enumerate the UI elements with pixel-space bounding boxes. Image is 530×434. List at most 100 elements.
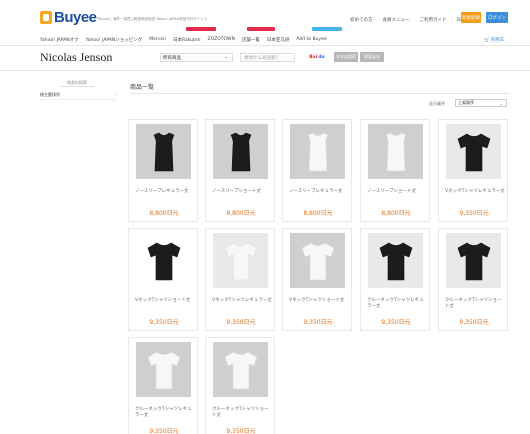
buyee-logo[interactable]: Buyee (40, 8, 97, 26)
product-image[interactable] (136, 124, 191, 179)
product-card[interactable]: ノースリーブレギュラー丈 8,800日元 (282, 119, 352, 222)
shirt-image (153, 132, 174, 171)
product-card[interactable]: ノースリーブショート丈 8,800日元 (360, 119, 430, 222)
sort-select-value: 上架顺序 (458, 100, 474, 105)
shirt-image (147, 242, 180, 280)
cart-label: 购物车 (491, 38, 505, 43)
store-name[interactable]: Nicolas Jenson (40, 50, 112, 65)
cart-link[interactable]: 🛒 购物车 (484, 37, 505, 43)
sidebar-item-label: 按主题排列 (40, 91, 60, 97)
product-name[interactable]: ノースリーブレギュラー丈 (135, 189, 195, 195)
shirt-image (379, 242, 412, 280)
chevron-down-icon: ⌄ (224, 55, 228, 60)
shirt-image (147, 351, 180, 389)
product-card[interactable]: VネックTシャツレギュラー丈 9,350日元 (205, 228, 275, 331)
subnav-rakuten[interactable]: 日本Rakuten (173, 37, 201, 43)
product-price: 9,350日元 (459, 210, 489, 217)
product-name[interactable]: クルーネックTシャツショート丈 (445, 298, 505, 309)
product-name[interactable]: クルーネックTシャツショート丈 (212, 407, 272, 418)
shirt-image (224, 242, 257, 280)
product-price: 9,350日元 (303, 319, 333, 326)
marketplace-nav: Yahoo! JAPANオク Yahoo! JAPANショッピング Mercar… (40, 37, 327, 43)
sidebar-title: 按类别搜索 (60, 80, 94, 87)
search-input[interactable]: 想找什么商品呢? (240, 53, 295, 62)
shirt-image (224, 351, 257, 389)
shirt-image (301, 242, 334, 280)
product-card[interactable]: クルーネックTシャツショート丈 9,350日元 (205, 337, 275, 434)
shirt-image (457, 242, 490, 280)
promo-badge[interactable] (247, 27, 275, 31)
nav-guide[interactable]: ご利用ガイド (420, 17, 447, 23)
product-name[interactable]: VネックTシャツレギュラー丈 (212, 298, 272, 304)
product-card[interactable]: クルーネックTシャツレギュラー丈 9,350日元 (128, 337, 198, 434)
subnav-stores[interactable]: 店舗一覧 (242, 37, 260, 43)
product-price: 9,350日元 (149, 319, 179, 326)
nav-first-time[interactable]: 初めての方 (350, 17, 373, 23)
site-header: Buyee 「Buyee」海外一括買い取扱商品配送 Yahoo! JAPAN商品… (0, 0, 530, 43)
product-image[interactable] (290, 124, 345, 179)
product-name[interactable]: ノースリーブショート丈 (212, 189, 272, 195)
sort-label: 显示顺序 (429, 101, 445, 106)
sort-select[interactable]: 上架顺序 ⌄ (455, 99, 507, 107)
search-store-button[interactable]: 在本店搜索 (334, 52, 358, 62)
subnav-zozotown[interactable]: ZOZOTOWN (208, 37, 235, 43)
category-select[interactable]: 所有商品 ⌄ (160, 53, 233, 62)
baidu-logo-right: du (318, 55, 325, 60)
product-price: 8,800日元 (149, 210, 179, 217)
product-image[interactable] (290, 233, 345, 288)
product-image[interactable] (213, 342, 268, 397)
subnav-yahoo-shopping[interactable]: Yahoo! JAPANショッピング (86, 37, 143, 43)
product-image[interactable] (136, 342, 191, 397)
register-button[interactable]: 新規登録 (461, 12, 481, 23)
product-card[interactable]: VネックTシャツショート丈 9,350日元 (282, 228, 352, 331)
sidebar-item-theme[interactable]: 按主题排列 › (40, 90, 116, 100)
logo-text: Buyee (54, 8, 97, 26)
page-title: 商品一覧 (130, 84, 155, 91)
promo-badge[interactable] (186, 27, 216, 31)
nav-member-menu[interactable]: 会員メニュー (383, 17, 410, 23)
subnav-mercari[interactable]: Mercari (149, 37, 166, 43)
product-price: 8,800日元 (303, 210, 333, 217)
chevron-down-icon: ⌄ (499, 101, 503, 106)
product-image[interactable] (213, 233, 268, 288)
login-button[interactable]: ログイン (486, 12, 508, 23)
product-image[interactable] (213, 124, 268, 179)
header-divider (0, 45, 530, 46)
product-name[interactable]: ノースリーブレギュラー丈 (289, 189, 349, 195)
product-name[interactable]: VネックTシャツレギュラー丈 (445, 189, 505, 195)
baidu-logo-left: Bai (309, 55, 318, 60)
buyee-logo-icon (40, 10, 52, 24)
subnav-yahoo-auction[interactable]: Yahoo! JAPANオク (40, 37, 79, 43)
promo-badge[interactable] (312, 27, 342, 31)
store-divider (0, 70, 530, 71)
shirt-image (230, 132, 251, 171)
product-price: 8,800日元 (381, 210, 411, 217)
product-name[interactable]: VネックTシャツショート丈 (135, 298, 195, 304)
subnav-amazon[interactable]: 日本亚马逊 (267, 37, 290, 43)
product-name[interactable]: クルーネックTシャツレギュラー丈 (367, 298, 427, 309)
product-card[interactable]: ノースリーブレギュラー丈 8,800日元 (128, 119, 198, 222)
product-price: 9,350日元 (226, 319, 256, 326)
chevron-right-icon: › (114, 92, 116, 97)
product-card[interactable]: クルーネックTシャツショート丈 9,350日元 (438, 228, 508, 331)
product-image[interactable] (368, 124, 423, 179)
product-card[interactable]: ノースリーブショート丈 8,800日元 (205, 119, 275, 222)
product-name[interactable]: ノースリーブショート丈 (367, 189, 427, 195)
product-card[interactable]: VネックTシャツレギュラー丈 9,350日元 (438, 119, 508, 222)
product-image[interactable] (446, 124, 501, 179)
product-price: 9,350日元 (226, 428, 256, 434)
subnav-add-to-buyee[interactable]: Add to Buyee (296, 37, 326, 43)
product-image[interactable] (446, 233, 501, 288)
product-image[interactable] (368, 233, 423, 288)
product-price: 8,800日元 (226, 210, 256, 217)
product-card[interactable]: クルーネックTシャツレギュラー丈 9,350日元 (360, 228, 430, 331)
shirt-image (307, 132, 328, 171)
product-price: 9,350日元 (381, 319, 411, 326)
product-card[interactable]: VネックTシャツショート丈 9,350日元 (128, 228, 198, 331)
product-name[interactable]: VネックTシャツショート丈 (289, 298, 349, 304)
shirt-image (457, 133, 490, 171)
product-image[interactable] (136, 233, 191, 288)
shirt-image (385, 132, 406, 171)
product-name[interactable]: クルーネックTシャツレギュラー丈 (135, 407, 195, 418)
search-all-button[interactable]: 搜索全站 (360, 52, 384, 62)
